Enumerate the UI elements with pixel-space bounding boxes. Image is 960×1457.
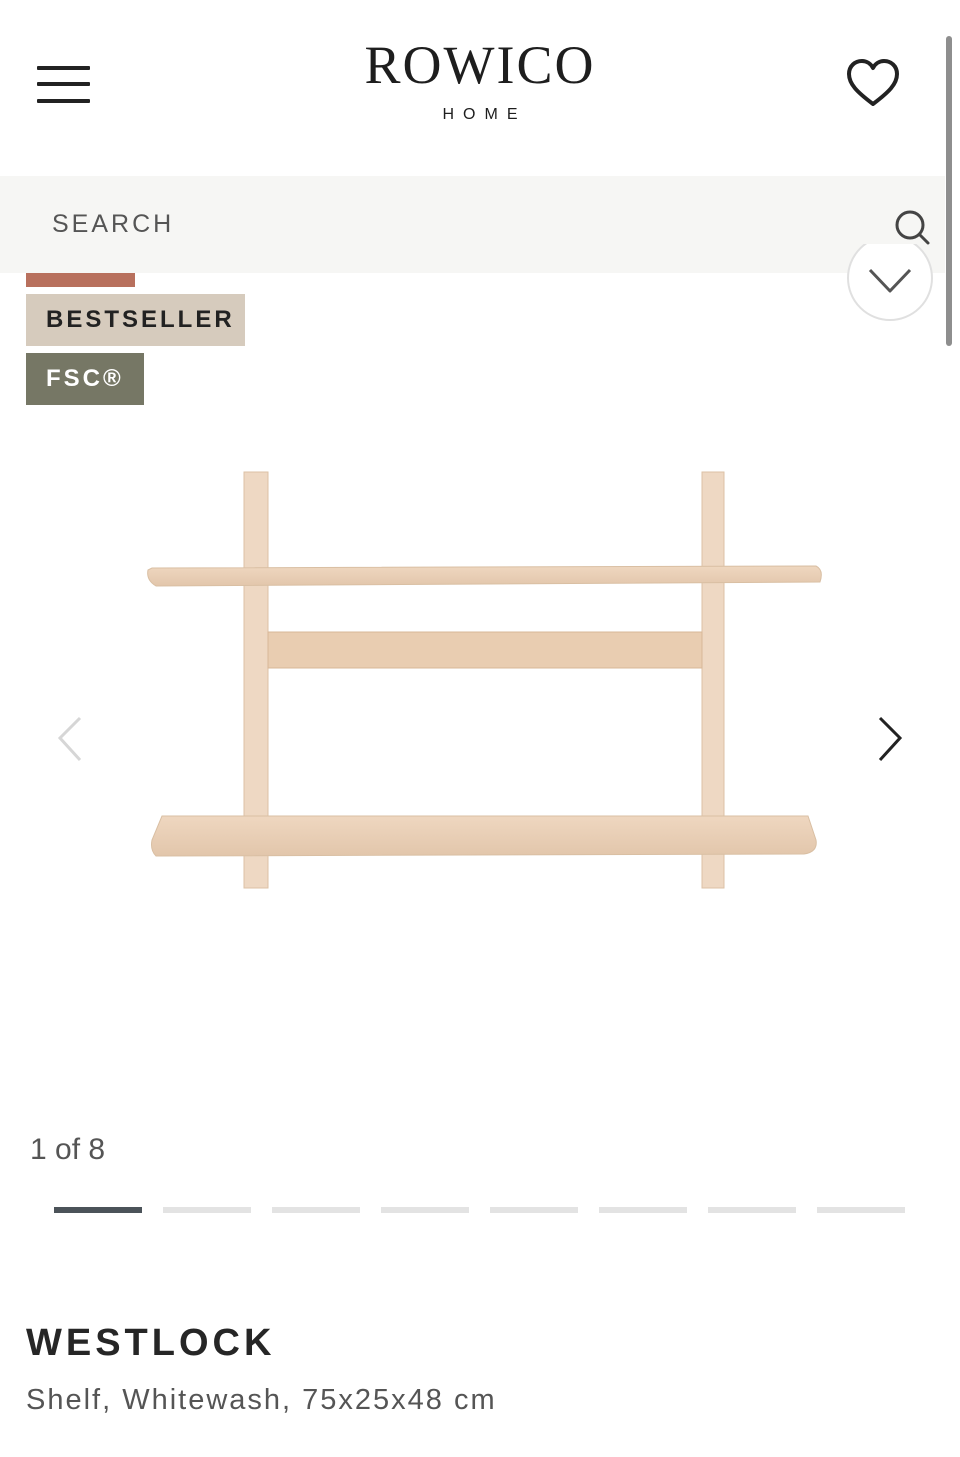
gallery-dot-8[interactable] xyxy=(817,1207,905,1213)
search-bar xyxy=(0,176,945,273)
menu-icon[interactable] xyxy=(37,62,91,106)
gallery-dot-3[interactable] xyxy=(272,1207,360,1213)
site-header: ROWICO HOME xyxy=(0,0,960,176)
product-description: Shelf, Whitewash, 75x25x48 cm xyxy=(26,1384,497,1416)
sale-badge xyxy=(26,273,135,287)
heart-icon[interactable] xyxy=(845,58,901,110)
gallery-dots xyxy=(54,1207,906,1215)
gallery-dot-5[interactable] xyxy=(490,1207,578,1213)
chevron-left-icon[interactable] xyxy=(50,708,90,768)
bestseller-badge: BESTSELLER xyxy=(26,294,245,346)
scrollbar[interactable] xyxy=(946,36,952,346)
logo-main: ROWICO xyxy=(364,35,596,95)
fsc-badge: FSC® xyxy=(26,353,144,405)
gallery-dot-4[interactable] xyxy=(381,1207,469,1213)
search-icon[interactable] xyxy=(893,208,931,246)
logo-sub: HOME xyxy=(442,106,527,123)
gallery-dot-1[interactable] xyxy=(54,1207,142,1213)
product-image[interactable] xyxy=(140,460,830,900)
gallery-dot-6[interactable] xyxy=(599,1207,687,1213)
gallery-dot-2[interactable] xyxy=(163,1207,251,1213)
gallery-dot-7[interactable] xyxy=(708,1207,796,1213)
product-title: WESTLOCK xyxy=(26,1322,276,1364)
search-input[interactable] xyxy=(52,204,832,244)
logo[interactable]: ROWICO HOME xyxy=(330,36,630,124)
chevron-down-icon[interactable] xyxy=(847,235,933,321)
chevron-right-icon[interactable] xyxy=(870,708,910,768)
gallery-counter: 1 of 8 xyxy=(30,1133,106,1166)
